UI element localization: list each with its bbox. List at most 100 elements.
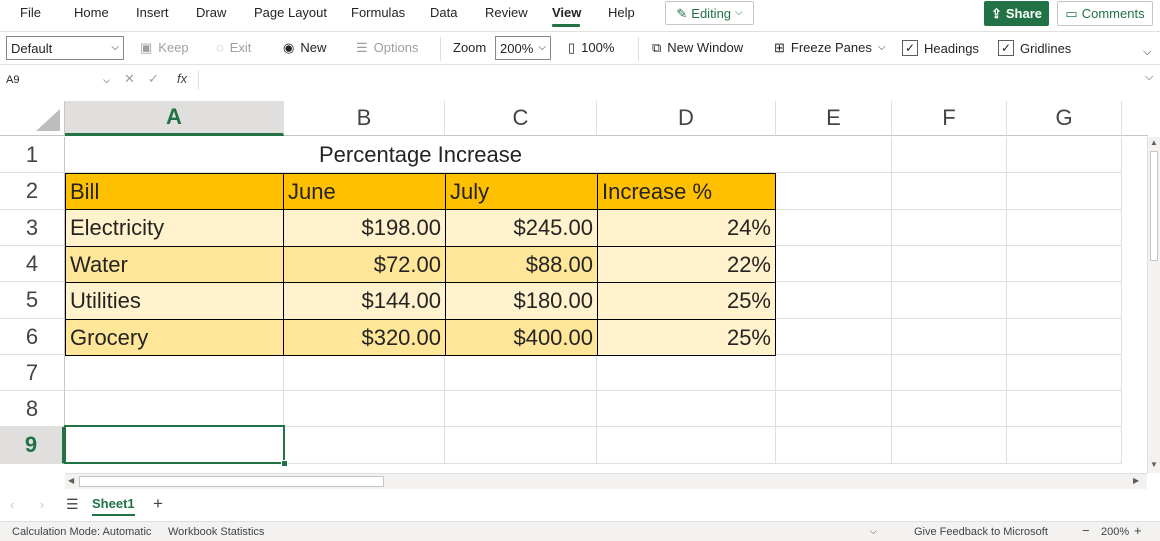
grid-cell[interactable]: [776, 391, 892, 427]
grid-cell[interactable]: [776, 210, 892, 246]
freeze-panes-button[interactable]: ⊞ Freeze Panes ⌵: [774, 40, 885, 55]
ribbon-expand-icon[interactable]: ⌵: [1143, 46, 1151, 59]
grid-cell[interactable]: [892, 427, 1007, 464]
grid-cell[interactable]: [1007, 173, 1122, 210]
enter-check-icon[interactable]: ✓: [148, 71, 159, 87]
grid-cell[interactable]: [892, 355, 1007, 391]
select-all-corner[interactable]: [0, 101, 65, 136]
grid-cell[interactable]: [892, 173, 1007, 210]
grid-cell[interactable]: [597, 391, 776, 427]
table-cell-june[interactable]: $320.00: [283, 319, 446, 356]
horizontal-scroll-thumb[interactable]: [79, 476, 384, 487]
vertical-scroll-thumb[interactable]: [1150, 151, 1158, 261]
row-header-6[interactable]: 6: [0, 319, 65, 355]
table-cell-june[interactable]: $198.00: [283, 209, 446, 247]
grid-cell[interactable]: [892, 319, 1007, 355]
new-window-button[interactable]: ⧉ New Window: [652, 40, 743, 55]
row-header-2[interactable]: 2: [0, 173, 65, 210]
grid-cell[interactable]: [892, 282, 1007, 319]
menu-page-layout[interactable]: Page Layout: [254, 5, 327, 20]
grid-cell[interactable]: [1007, 319, 1122, 355]
add-sheet-button[interactable]: +: [153, 494, 163, 514]
grid-cell[interactable]: [284, 391, 445, 427]
table-cell-bill[interactable]: Electricity: [65, 209, 284, 247]
grid-cell[interactable]: [892, 137, 1007, 173]
row-header-3[interactable]: 3: [0, 210, 65, 246]
zoom-select[interactable]: 200% ⌵: [495, 36, 551, 60]
next-sheet-icon[interactable]: ›: [40, 497, 44, 512]
grid-cell[interactable]: [892, 210, 1007, 246]
menu-file[interactable]: File: [20, 5, 41, 20]
row-header-7[interactable]: 7: [0, 355, 65, 391]
grid-cell[interactable]: [1007, 427, 1122, 464]
grid-cell[interactable]: [776, 137, 892, 173]
grid-cell[interactable]: [284, 355, 445, 391]
column-header-e[interactable]: E: [776, 101, 892, 136]
cancel-icon[interactable]: ✕: [124, 71, 135, 87]
row-header-1[interactable]: 1: [0, 137, 65, 173]
column-header-f[interactable]: F: [892, 101, 1007, 136]
table-cell-bill[interactable]: Water: [65, 246, 284, 283]
grid-cell[interactable]: [892, 246, 1007, 282]
grid-cell[interactable]: [445, 355, 597, 391]
column-header-d[interactable]: D: [597, 101, 776, 136]
header-cell-bill[interactable]: Bill: [65, 173, 284, 210]
new-view-button[interactable]: ◉ New: [283, 40, 326, 55]
zoom-100-button[interactable]: ▯ 100%: [568, 40, 614, 55]
calc-mode-status[interactable]: Calculation Mode: Automatic: [12, 526, 151, 538]
grid-cell[interactable]: [776, 282, 892, 319]
grid-cell[interactable]: [597, 355, 776, 391]
gridlines-checkbox[interactable]: ✓: [998, 40, 1014, 56]
grid-cell[interactable]: [1007, 137, 1122, 173]
all-sheets-menu-icon[interactable]: ☰: [66, 496, 79, 513]
workbook-statistics[interactable]: Workbook Statistics: [168, 526, 264, 538]
zoom-out-icon[interactable]: −: [1082, 523, 1090, 538]
row-header-8[interactable]: 8: [0, 391, 65, 427]
menu-draw[interactable]: Draw: [196, 5, 226, 20]
menu-data[interactable]: Data: [430, 5, 457, 20]
name-box[interactable]: A9 ⌵: [3, 70, 113, 90]
headings-checkbox[interactable]: ✓: [902, 40, 918, 56]
sheet-view-select[interactable]: Default ⌵: [6, 36, 124, 60]
status-zoom-level[interactable]: 200%: [1101, 526, 1129, 538]
prev-sheet-icon[interactable]: ‹: [10, 497, 14, 512]
horizontal-scrollbar[interactable]: ◀ ▶: [65, 473, 1147, 489]
menu-formulas[interactable]: Formulas: [351, 5, 405, 20]
share-button[interactable]: ⇪ Share: [984, 1, 1049, 26]
exit-button[interactable]: ◌ Exit: [216, 40, 251, 55]
comments-button[interactable]: ▭ Comments: [1057, 1, 1153, 26]
grid-cell[interactable]: [1007, 282, 1122, 319]
row-header-5[interactable]: 5: [0, 282, 65, 319]
headings-toggle[interactable]: ✓ Headings: [902, 40, 979, 56]
header-cell-increase[interactable]: Increase %: [597, 173, 776, 210]
header-cell-june[interactable]: June: [283, 173, 446, 210]
zoom-in-icon[interactable]: +: [1134, 523, 1142, 538]
grid-cell[interactable]: [776, 173, 892, 210]
feedback-link[interactable]: Give Feedback to Microsoft: [914, 526, 1048, 538]
column-header-a[interactable]: A: [65, 101, 284, 136]
table-cell-june[interactable]: $72.00: [283, 246, 446, 283]
editing-mode-button[interactable]: ✎ Editing ⌵: [665, 1, 754, 25]
row-header-4[interactable]: 4: [0, 246, 65, 282]
table-cell-july[interactable]: $245.00: [445, 209, 598, 247]
column-header-c[interactable]: C: [445, 101, 597, 136]
grid-cell[interactable]: [892, 391, 1007, 427]
table-cell-bill[interactable]: Grocery: [65, 319, 284, 356]
scroll-up-icon[interactable]: ▲: [1150, 138, 1158, 147]
grid-cell[interactable]: [776, 246, 892, 282]
grid-cell[interactable]: [776, 319, 892, 355]
table-cell-july[interactable]: $400.00: [445, 319, 598, 356]
table-cell-increase[interactable]: 25%: [597, 282, 776, 320]
fill-handle[interactable]: [281, 460, 288, 467]
menu-help[interactable]: Help: [608, 5, 635, 20]
row-header-9[interactable]: 9: [0, 427, 65, 464]
column-header-b[interactable]: B: [284, 101, 445, 136]
grid-cell[interactable]: [597, 427, 776, 464]
table-cell-bill[interactable]: Utilities: [65, 282, 284, 320]
keep-button[interactable]: ▣ Keep: [140, 40, 189, 55]
table-cell-increase[interactable]: 22%: [597, 246, 776, 283]
menu-home[interactable]: Home: [74, 5, 109, 20]
scroll-right-icon[interactable]: ▶: [1133, 476, 1139, 485]
table-cell-increase[interactable]: 25%: [597, 319, 776, 356]
grid-cell[interactable]: [1007, 246, 1122, 282]
